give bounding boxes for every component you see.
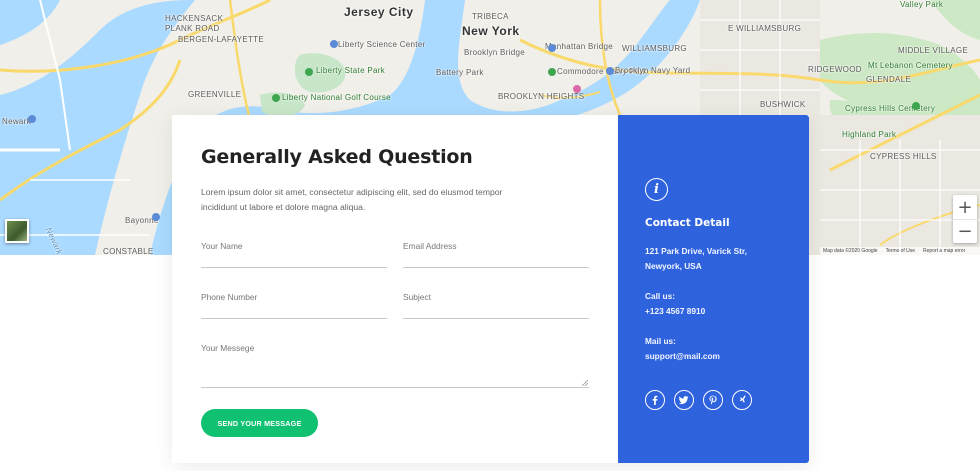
map-label-tribeca: TRIBECA <box>472 12 509 21</box>
map-label-glendale: GLENDALE <box>866 75 912 84</box>
phone-input[interactable] <box>201 305 387 319</box>
map-report-link[interactable]: Report a map error <box>923 247 965 255</box>
map-label-navy-yard: Brooklyn Navy Yard <box>615 66 691 75</box>
map-pin-icon[interactable] <box>28 115 36 123</box>
subject-label: Subject <box>403 292 431 302</box>
name-field: Your Name <box>201 241 387 268</box>
map-pin-icon[interactable] <box>548 68 556 76</box>
map-label-jersey-city: Jersey City <box>344 5 414 19</box>
message-wrap <box>201 356 589 388</box>
map-terms-link[interactable]: Terms of Use <box>886 247 915 255</box>
map-label-e-williamsburg: E WILLIAMSBURG <box>728 24 802 33</box>
map-label-hackensack: HACKENSACK <box>165 14 224 23</box>
map-footer: Map data ©2020 Google Terms of Use Repor… <box>820 247 980 255</box>
name-label: Your Name <box>201 241 243 251</box>
map-label-newark: Newark <box>2 117 31 126</box>
map-pin-icon[interactable] <box>548 44 556 52</box>
map-label-cypress-hills: CYPRESS HILLS <box>870 152 937 161</box>
resize-handle-icon[interactable] <box>582 380 588 386</box>
map-zoom-control: + − <box>953 195 977 243</box>
phone-field: Phone Number <box>201 292 387 319</box>
subject-field: Subject <box>403 292 589 319</box>
street-view-thumbnail[interactable] <box>5 219 29 243</box>
map-label-bergen-lafayette: BERGEN-LAFAYETTE <box>178 35 265 44</box>
map-label-ridgewood: RIDGEWOOD <box>808 65 862 74</box>
info-icon: i <box>645 178 668 201</box>
subject-input[interactable] <box>403 305 589 319</box>
map-pin-icon[interactable] <box>606 67 614 75</box>
map-label-bushwick: BUSHWICK <box>760 100 806 109</box>
map-label-brooklyn-bridge: Brooklyn Bridge <box>464 48 525 57</box>
map-label-constable: CONSTABLE <box>103 247 154 255</box>
xing-icon[interactable] <box>732 390 752 410</box>
mail-value[interactable]: support@mail.com <box>645 349 720 364</box>
map-label-liberty-science: Liberty Science Center <box>338 40 426 49</box>
social-links <box>645 390 752 410</box>
map-pin-icon[interactable] <box>573 85 581 93</box>
map-label-mt-lebanon: Mt Lebanon Cemetery <box>868 61 953 70</box>
address-line-2: Newyork, USA <box>645 260 702 271</box>
map-label-battery-park: Battery Park <box>436 68 484 77</box>
message-label: Your Messege <box>201 343 255 353</box>
contact-form: Generally Asked Question Lorem ipsum dol… <box>172 115 618 463</box>
map-label-williamsburg: WILLIAMSBURG <box>622 44 687 53</box>
map-label-new-york: New York <box>462 24 520 38</box>
map-label-highland-park: Highland Park <box>842 130 897 139</box>
send-message-button[interactable]: SEND YOUR MESSAGE <box>201 409 318 437</box>
contact-card: Generally Asked Question Lorem ipsum dol… <box>172 115 809 463</box>
map-label-liberty-golf: Liberty National Golf Course <box>282 93 391 102</box>
map-label-greenville: GREENVILLE <box>188 90 242 99</box>
message-field: Your Messege <box>201 343 589 388</box>
map-label-liberty-state-park: Liberty State Park <box>316 66 385 75</box>
facebook-icon[interactable] <box>645 390 665 410</box>
mail-label: Mail us: <box>645 336 676 346</box>
mail-block: Mail us: support@mail.com <box>645 334 720 363</box>
zoom-in-button[interactable]: + <box>953 195 977 219</box>
email-label: Email Address <box>403 241 457 251</box>
map-pin-icon[interactable] <box>305 68 313 76</box>
map-label-brooklyn-heights: BROOKLYN HEIGHTS <box>498 92 585 101</box>
address-block: 121 Park Drive, Varick Str, Newyork, USA <box>645 244 747 273</box>
map-label-cypress-hills-cem: Cypress Hills Cemetery <box>845 104 936 113</box>
email-input[interactable] <box>403 254 589 268</box>
phone-label: Phone Number <box>201 292 258 302</box>
email-field: Email Address <box>403 241 589 268</box>
call-value[interactable]: +123 4567 8910 <box>645 304 705 319</box>
pinterest-icon[interactable] <box>703 390 723 410</box>
name-input[interactable] <box>201 254 387 268</box>
form-description: Lorem ipsum dolor sit amet, consectetur … <box>201 187 503 212</box>
map-pin-icon[interactable] <box>912 102 920 110</box>
call-label: Call us: <box>645 291 675 301</box>
map-pin-icon[interactable] <box>272 94 280 102</box>
map-data-credit: Map data ©2020 Google <box>823 248 878 254</box>
contact-detail-panel: i Contact Detail 121 Park Drive, Varick … <box>618 115 809 463</box>
contact-detail-title: Contact Detail <box>645 217 730 229</box>
message-textarea[interactable] <box>201 356 589 388</box>
map-pin-icon[interactable] <box>152 213 160 221</box>
zoom-out-button[interactable]: − <box>953 219 977 243</box>
twitter-icon[interactable] <box>674 390 694 410</box>
map-label-valley-park: Valley Park <box>900 0 944 9</box>
call-block: Call us: +123 4567 8910 <box>645 289 705 318</box>
map-label-middle-village: MIDDLE VILLAGE <box>898 46 969 55</box>
map-label-plank-road: PLANK ROAD <box>165 24 220 33</box>
address-line-1: 121 Park Drive, Varick Str, <box>645 246 747 256</box>
map-pin-icon[interactable] <box>330 40 338 48</box>
form-title: Generally Asked Question <box>201 146 473 168</box>
